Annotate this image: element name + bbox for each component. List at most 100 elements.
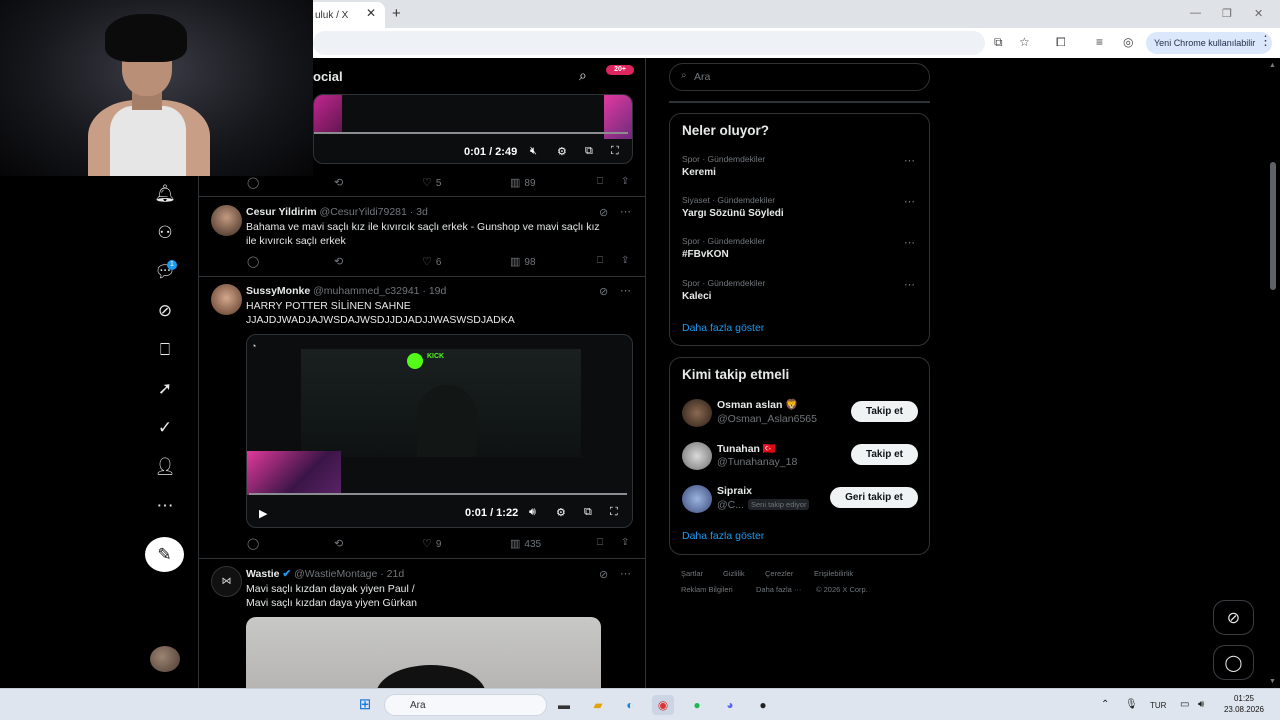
tweet-more-icon[interactable]: ⋯ [620,284,631,297]
file-explorer-icon[interactable]: ▰ [587,695,609,715]
account-avatar[interactable] [150,646,180,672]
address-bar[interactable] [313,31,985,55]
tray-overflow-icon[interactable]: ⌃ [1101,699,1109,710]
start-icon[interactable]: ⊞ [354,695,376,715]
mute-icon[interactable]: 🔇︎ [530,145,537,158]
video-progress-bar[interactable] [314,132,628,134]
views-button[interactable]: ▥ 89 [510,176,536,189]
video-progress-bar[interactable] [249,493,627,495]
play-icon[interactable]: ▶ [259,507,267,520]
messages-float-button[interactable]: ◯ [1213,645,1254,680]
show-more-link[interactable]: Daha fazla göster [682,322,764,334]
footer-link[interactable]: Şartlar [681,569,703,578]
trend-more-icon[interactable]: ⋯ [904,236,915,249]
settings-icon[interactable]: ⚙ [556,506,566,519]
taskbar-search[interactable]: Ara [384,694,547,716]
search-icon[interactable]: ⌕ [579,67,587,84]
edge-icon[interactable]: ◐ [619,695,641,715]
profile-icon[interactable]: ◎ [1123,35,1133,49]
verified-icon[interactable]: ✓ [150,413,180,443]
like-button[interactable]: ♡ 6 [422,255,441,268]
bookmarks-icon[interactable]: ⎕ [150,335,180,365]
repost-icon[interactable]: ⟲ [334,255,347,268]
tweet-author[interactable]: Wastie ✔ @WastieMontage · 21d [246,568,404,580]
follow-suggestion-name[interactable]: Sipraix [717,485,752,497]
close-window-icon[interactable]: ✕ [1254,7,1263,20]
settings-icon[interactable]: ⚙ [557,145,567,158]
share-icon[interactable]: ⇪ [621,537,629,548]
avatar[interactable] [682,442,712,470]
footer-link[interactable]: Reklam Bilgileri [681,585,733,594]
follow-back-button[interactable]: Geri takip et [830,487,918,508]
reply-icon[interactable]: ◯ [247,176,263,189]
repost-icon[interactable]: ⟲ [334,537,347,550]
network-icon[interactable]: ▭ [1180,699,1189,710]
jobs-icon[interactable]: ➚ [150,374,180,404]
discord-icon[interactable]: ◕ [719,695,741,715]
follow-button[interactable]: Takip et [851,401,918,422]
chrome-update-chip[interactable]: Yeni Chrome kullanılabilir [1146,32,1272,54]
bookmark-star-icon[interactable]: ☆ [1019,35,1030,49]
follow-button[interactable]: Takip et [851,444,918,465]
bookmark-icon[interactable]: ⎕ [597,255,603,266]
bookmark-icon[interactable]: ⎕ [597,176,603,187]
tweet-author[interactable]: Cesur Yildirim @CesurYildi79281 · 3d [246,206,428,218]
avatar[interactable] [682,399,712,427]
compose-post-button[interactable]: ✎ [145,537,184,572]
maximize-icon[interactable]: ❐ [1222,7,1232,20]
install-app-icon[interactable]: ⧉ [994,35,1003,50]
language-indicator[interactable]: TUR [1150,701,1166,710]
show-more-link[interactable]: Daha fazla göster [682,530,764,542]
avatar[interactable] [211,284,242,315]
chrome-icon[interactable]: ◉ [652,695,674,715]
trend-item[interactable]: Keremi [682,167,716,178]
clock[interactable]: 01:25 23.08.2026 [1222,693,1266,715]
notifications-icon[interactable]: 🔔︎ [150,179,180,209]
chrome-menu-icon[interactable]: ⋮ [1259,33,1272,49]
avatar[interactable]: ⋈ [211,566,242,597]
follow-suggestion-name[interactable]: Osman aslan 🦁 [717,398,798,411]
reply-icon[interactable]: ◯ [247,255,263,268]
avatar[interactable] [682,485,712,513]
minimize-icon[interactable]: — [1190,7,1201,19]
footer-link[interactable]: Erişilebilirlik [814,569,853,578]
grok-icon[interactable]: ⊘ [150,296,180,326]
fullscreen-icon[interactable]: ⛶ [610,506,618,519]
tweet-more-icon[interactable]: ⋯ [620,205,631,218]
volume-icon[interactable]: 🔊︎ [529,506,536,519]
trend-more-icon[interactable]: ⋯ [904,278,915,291]
views-button[interactable]: ▥ 98 [510,255,536,268]
scroll-thumb[interactable] [1270,162,1276,290]
repost-icon[interactable]: ⟲ [334,176,347,189]
tweet-more-icon[interactable]: ⋯ [620,567,631,580]
new-tab-icon[interactable]: + [392,5,401,22]
volume-icon[interactable]: 🔊︎ [1198,699,1204,710]
trend-item[interactable]: Yargı Sözünü Söyledi [682,208,784,219]
more-icon[interactable]: ⋯ [150,491,180,521]
footer-link[interactable]: Daha fazla ··· [756,585,801,594]
trend-item[interactable]: Kaleci [682,291,711,302]
footer-link[interactable]: Gizlilik [723,569,745,578]
picture-in-picture-icon[interactable]: ⧉ [585,145,593,158]
close-tab-icon[interactable]: ✕ [366,6,376,20]
grok-explain-icon[interactable]: ⊘ [599,568,608,581]
avatar[interactable] [211,205,242,236]
like-button[interactable]: ♡ 5 [422,176,441,189]
share-icon[interactable]: ⇪ [621,255,629,266]
extensions-icon[interactable]: ⧠ [1056,35,1066,50]
tweet-video[interactable]: KICK ◔ ▶ 0:01 / 1:22 🔊︎ ⚙ ⧉ ⛶ [246,334,633,528]
spotify-icon[interactable]: ● [686,695,708,715]
grok-explain-icon[interactable]: ⊘ [599,285,608,298]
grok-explain-icon[interactable]: ⊘ [599,206,608,219]
fullscreen-icon[interactable]: ⛶ [611,145,619,158]
microphone-icon[interactable]: 🎙︎ [1125,699,1138,710]
trend-more-icon[interactable]: ⋯ [904,154,915,167]
footer-link[interactable]: Çerezler [765,569,793,578]
page-scrollbar[interactable]: ▲ ▼ [1267,58,1280,690]
task-view-icon[interactable]: ▬ [553,695,575,715]
bookmark-icon[interactable]: ⎕ [597,537,603,548]
trend-item[interactable]: #FBvKON [682,249,729,260]
trend-more-icon[interactable]: ⋯ [904,195,915,208]
tweet-author[interactable]: SussyMonke @muhammed_c32941 · 19d [246,285,446,297]
reply-icon[interactable]: ◯ [247,537,263,550]
